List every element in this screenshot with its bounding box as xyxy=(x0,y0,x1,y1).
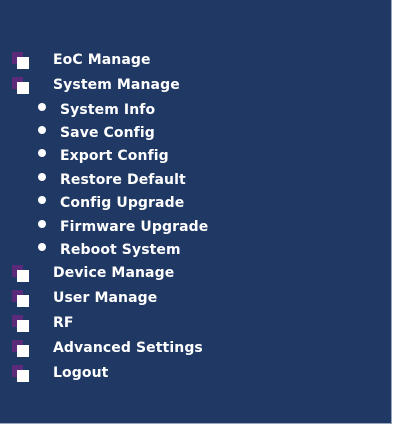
submenu-item-label: Save Config xyxy=(60,125,155,142)
submenu-item-export-config[interactable]: Export Config xyxy=(0,145,391,168)
submenu-item-label: Config Upgrade xyxy=(60,195,185,212)
menu-item-eoc-manage[interactable]: EoC Manage xyxy=(0,48,391,73)
folder-icon xyxy=(12,51,34,70)
menu-item-label: User Manage xyxy=(53,290,158,307)
menu-item-advanced-settings[interactable]: Advanced Settings xyxy=(0,337,391,362)
menu-item-label: System Manage xyxy=(53,76,180,93)
submenu-item-restore-default[interactable]: Restore Default xyxy=(0,168,391,191)
submenu-item-save-config[interactable]: Save Config xyxy=(0,121,391,144)
submenu-item-label: Firmware Upgrade xyxy=(60,218,209,235)
menu-item-label: Advanced Settings xyxy=(53,340,203,357)
submenu-item-label: Restore Default xyxy=(60,171,186,188)
bullet-icon xyxy=(38,172,46,181)
submenu-item-label: Export Config xyxy=(60,148,169,165)
submenu-item-label: System Info xyxy=(60,101,156,118)
submenu-item-firmware-upgrade[interactable]: Firmware Upgrade xyxy=(0,215,391,238)
folder-icon xyxy=(12,290,34,308)
system-manage-submenu: System Info Save Config Export Config Re… xyxy=(0,98,391,262)
menu-item-label: EoC Manage xyxy=(53,51,151,68)
bullet-icon xyxy=(38,126,46,135)
submenu-item-label: Reboot System xyxy=(60,242,181,259)
bullet-icon xyxy=(38,149,46,158)
menu-item-label: RF xyxy=(53,315,74,332)
submenu-item-system-info[interactable]: System Info xyxy=(0,98,391,121)
submenu-item-reboot-system[interactable]: Reboot System xyxy=(0,238,391,261)
folder-icon xyxy=(12,76,34,95)
submenu-item-config-upgrade[interactable]: Config Upgrade xyxy=(0,192,391,215)
folder-icon xyxy=(12,340,34,358)
menu-item-logout[interactable]: Logout xyxy=(0,362,391,387)
menu-item-rf[interactable]: RF xyxy=(0,312,391,337)
menu-item-label: Logout xyxy=(53,365,109,382)
navigation-tree: EoC Manage System Manage System Info Sav… xyxy=(0,48,391,387)
bullet-icon xyxy=(38,196,46,205)
bullet-icon xyxy=(38,102,46,111)
bullet-icon xyxy=(38,243,46,252)
folder-icon xyxy=(12,265,34,283)
folder-icon xyxy=(12,315,34,333)
menu-item-label: Device Manage xyxy=(53,265,175,282)
menu-item-device-manage[interactable]: Device Manage xyxy=(0,262,391,287)
menu-item-user-manage[interactable]: User Manage xyxy=(0,287,391,312)
navigation-menu-panel: EoC Manage System Manage System Info Sav… xyxy=(0,0,392,424)
menu-item-system-manage[interactable]: System Manage xyxy=(0,73,391,98)
folder-icon xyxy=(12,365,34,383)
bullet-icon xyxy=(38,219,46,228)
